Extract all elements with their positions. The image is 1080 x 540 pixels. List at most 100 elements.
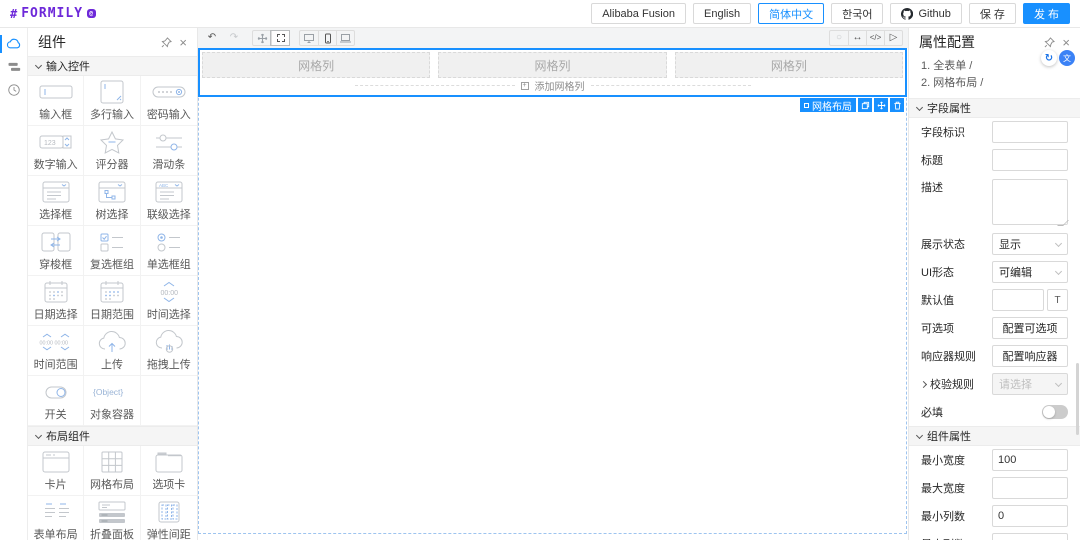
grid-column[interactable]: 网格列 [438, 52, 667, 78]
add-grid-column-button[interactable]: + 添加网格列 [202, 78, 903, 93]
field-description-textarea[interactable] [992, 179, 1068, 225]
component-item-radio-group[interactable]: 单选框组 [140, 226, 197, 276]
component-item-date-picker[interactable]: 日期选择 [28, 276, 85, 326]
scrollbar-thumb[interactable] [1076, 363, 1079, 435]
component-item-time-picker[interactable]: 00:00 时间选择 [140, 276, 197, 326]
component-item-grid-layout[interactable]: 网格布局 [84, 446, 141, 496]
component-item-input[interactable]: 输入框 [28, 76, 85, 126]
pin-icon[interactable] [161, 36, 173, 48]
save-button[interactable]: 保 存 [968, 3, 1016, 24]
publish-button[interactable]: 发 布 [1022, 3, 1070, 24]
translate-language-icon[interactable]: 文 [1059, 50, 1075, 66]
component-item-flex-gap[interactable]: 弹性间距 [140, 496, 197, 540]
root-form-area[interactable]: 网格列 网格列 网格列 + 添加网格列 网格布局 [198, 48, 907, 534]
github-button[interactable]: Github [890, 3, 962, 24]
component-label: 评分器 [95, 159, 129, 171]
undo-icon[interactable]: ↶ [203, 31, 221, 45]
component-item-select[interactable]: 选择框 [28, 176, 85, 226]
component-item-tab-card[interactable]: 选项卡 [140, 446, 197, 496]
component-item-upload[interactable]: 上传 [84, 326, 141, 376]
component-item-card[interactable]: 卡片 [28, 446, 85, 496]
pin-icon[interactable] [1044, 36, 1056, 48]
component-item-switch[interactable]: 开关 [28, 376, 85, 426]
rail-components-tab[interactable] [0, 34, 28, 54]
min-width-input[interactable] [992, 449, 1068, 471]
component-item-form-layout[interactable]: 表单布局 [28, 496, 85, 540]
copy-node-button[interactable] [858, 98, 872, 112]
display-state-select[interactable]: 显示 [992, 233, 1068, 255]
selected-node-label: 网格布局 [812, 101, 852, 113]
field-row-ui-pattern: UI形态 可编辑 [909, 258, 1080, 286]
breadcrumb-item-grid[interactable]: 2. 网格布局 / [921, 75, 1068, 92]
device-desktop-icon[interactable] [300, 31, 318, 45]
preview-play-icon[interactable]: ▷ [884, 31, 902, 45]
min-columns-input[interactable] [992, 505, 1068, 527]
language-chinese-button[interactable]: 简体中文 [758, 3, 825, 24]
component-item-transfer[interactable]: 穿梭框 [28, 226, 85, 276]
section-field-props[interactable]: 字段属性 [909, 98, 1080, 118]
device-group [299, 30, 355, 46]
section-input-controls[interactable]: 输入控件 [28, 56, 197, 76]
chevron-right-icon[interactable] [919, 380, 928, 388]
field-row-required: 必填 [909, 398, 1080, 426]
max-width-input[interactable] [992, 477, 1068, 499]
component-item-slider[interactable]: 滑动条 [140, 126, 197, 176]
alibaba-fusion-button[interactable]: Alibaba Fusion [591, 3, 686, 24]
component-item-drag-upload[interactable]: 拖拽上传 [140, 326, 197, 376]
device-responsive-icon[interactable] [336, 31, 354, 45]
component-item-number[interactable]: 123 数字输入 [28, 126, 85, 176]
validation-select[interactable]: 请选择 [992, 373, 1068, 395]
fit-width-icon[interactable]: ↔ [848, 31, 866, 45]
field-label: 字段标识 [921, 127, 965, 139]
selection-helper-bar: 网格布局 [800, 98, 904, 113]
rail-history-tab[interactable] [0, 80, 28, 100]
component-item-object-container[interactable]: {Object} 对象容器 [84, 376, 141, 426]
device-mobile-icon[interactable] [318, 31, 336, 45]
source-code-icon[interactable]: </> [866, 31, 884, 45]
selection-mode-icon[interactable] [270, 30, 290, 46]
value-type-button[interactable]: T [1047, 289, 1068, 311]
section-layout-components[interactable]: 布局组件 [28, 426, 197, 446]
selected-node-tag[interactable]: 网格布局 [800, 98, 856, 113]
grid-column[interactable]: 网格列 [674, 52, 903, 78]
field-name-input[interactable] [992, 121, 1068, 143]
component-item-password[interactable]: 密码输入 [140, 76, 197, 126]
field-row-description: 描述 [909, 174, 1080, 230]
left-rail [0, 28, 28, 540]
component-item-textarea[interactable]: 多行输入 [84, 76, 141, 126]
move-node-button[interactable] [874, 98, 888, 112]
delete-node-button[interactable] [890, 98, 904, 112]
screenshot-icon[interactable]: ○ [830, 31, 848, 45]
component-item-checkbox-group[interactable]: 复选框组 [84, 226, 141, 276]
drag-mode-icon[interactable] [253, 31, 271, 45]
close-panel-icon[interactable]: × [179, 36, 187, 49]
section-label: 组件属性 [927, 431, 971, 443]
section-label: 布局组件 [46, 431, 90, 443]
chevron-down-icon [1054, 267, 1063, 275]
language-english-button[interactable]: English [693, 3, 752, 24]
component-item-empty [140, 376, 197, 426]
selected-grid-layout[interactable]: 网格列 网格列 网格列 + 添加网格列 [198, 48, 907, 97]
field-row-min-columns: 最小列数 [909, 502, 1080, 530]
configure-options-button[interactable]: 配置可选项 [992, 317, 1068, 339]
component-item-date-range[interactable]: 日期范围 [84, 276, 141, 326]
drag-upload-icon [150, 329, 188, 355]
component-item-collapse[interactable]: 折叠面板 [84, 496, 141, 540]
grid-column[interactable]: 网格列 [202, 52, 431, 78]
configure-reactions-button[interactable]: 配置响应器 [992, 345, 1068, 367]
language-korean-button[interactable]: 한국어 [831, 3, 884, 24]
component-item-rate[interactable]: 评分器 [84, 126, 141, 176]
required-toggle[interactable] [1042, 405, 1068, 419]
component-item-cascader[interactable]: ABC 联级选择 [140, 176, 197, 226]
close-panel-icon[interactable]: × [1062, 36, 1070, 49]
ui-pattern-select[interactable]: 可编辑 [992, 261, 1068, 283]
component-item-tree-select[interactable]: 树选择 [84, 176, 141, 226]
translate-refresh-icon[interactable]: ↻ [1041, 50, 1057, 66]
component-item-time-range[interactable]: 00:00 00:00 时间范围 [28, 326, 85, 376]
field-title-input[interactable] [992, 149, 1068, 171]
default-value-input[interactable] [992, 289, 1044, 311]
max-columns-input[interactable] [992, 533, 1068, 540]
rail-outline-tab[interactable] [0, 57, 28, 77]
section-component-props[interactable]: 组件属性 [909, 426, 1080, 446]
redo-icon[interactable]: ↷ [225, 31, 243, 45]
